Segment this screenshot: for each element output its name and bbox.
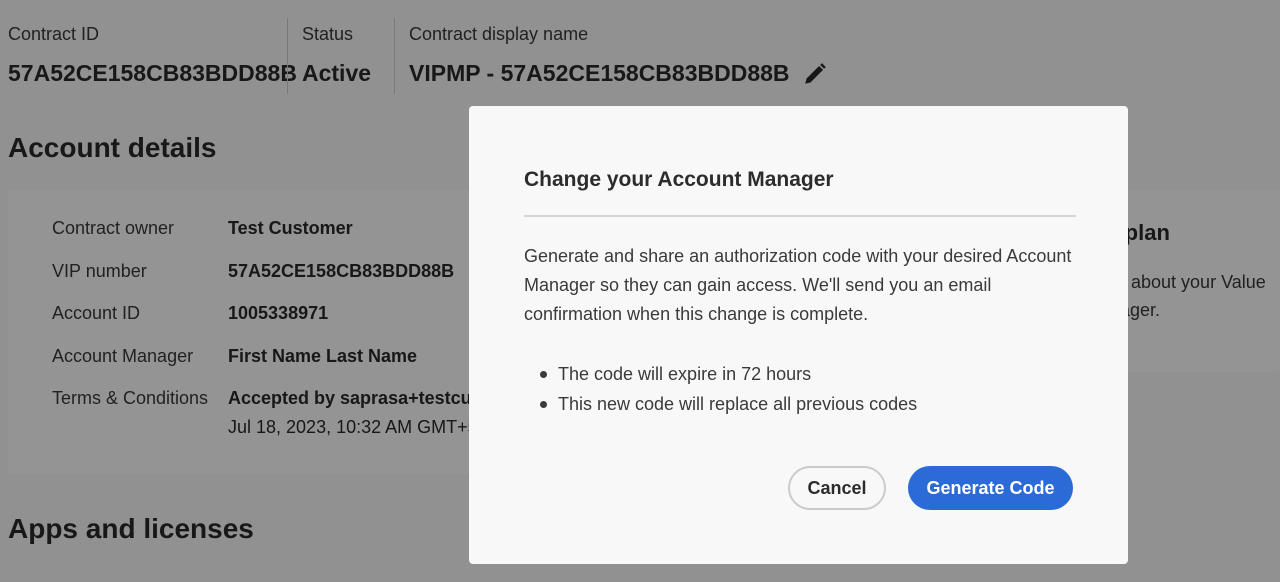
cancel-button[interactable]: Cancel bbox=[788, 466, 886, 510]
dialog-body: Generate and share an authorization code… bbox=[524, 246, 1072, 324]
bullet-icon bbox=[540, 400, 547, 408]
list-item-text: The code will expire in 72 hours bbox=[558, 363, 812, 384]
dialog-title: Change your Account Manager bbox=[524, 168, 834, 191]
generate-code-button[interactable]: Generate Code bbox=[908, 466, 1073, 510]
bullet-icon bbox=[540, 370, 547, 378]
list-item: The code will expire in 72 hours bbox=[524, 359, 917, 389]
dialog-bullet-list: The code will expire in 72 hours This ne… bbox=[524, 359, 917, 419]
change-account-manager-dialog: Change your Account Manager Generate and… bbox=[469, 106, 1128, 564]
dialog-divider bbox=[524, 215, 1076, 217]
list-item-text: This new code will replace all previous … bbox=[558, 393, 918, 414]
list-item: This new code will replace all previous … bbox=[524, 389, 917, 419]
